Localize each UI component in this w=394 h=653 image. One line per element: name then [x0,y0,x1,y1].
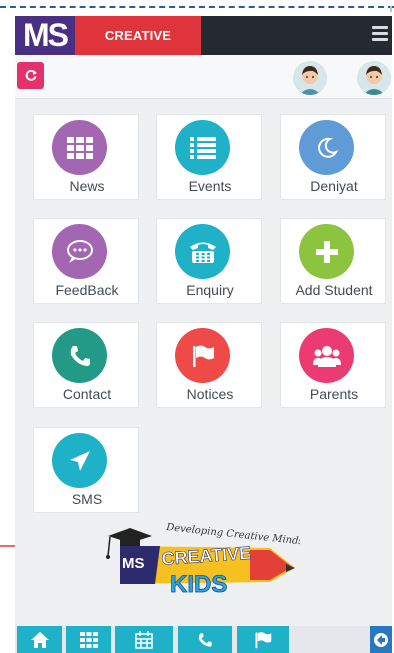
flag-icon [175,328,230,383]
logo-ms: MS [15,16,75,55]
tile-news[interactable]: News [33,114,139,200]
tile-label: Add Student [295,282,373,298]
calendar-nav-button[interactable] [115,626,173,653]
tile-label: Notices [186,386,234,402]
brand-ms: MS [122,555,145,572]
back-button[interactable] [370,626,392,653]
tile-label: Deniyat [310,178,358,194]
hamburger-menu-icon[interactable] [372,26,388,44]
tile-contact[interactable]: Contact [33,322,139,408]
tile-label: Enquiry [186,282,234,298]
tile-events[interactable]: Events [156,114,262,200]
flag-nav-button[interactable] [237,626,289,653]
grid-icon [79,631,98,648]
tile-label: Parents [309,386,359,402]
phone-icon [52,328,107,383]
home-button[interactable] [17,626,62,653]
tile-label: Events [188,178,232,194]
creative-kids-logo: Developing Creative Minds MS CREATIVE KI… [106,522,300,595]
plus-icon [299,224,354,279]
tile-label: Contact [62,386,112,402]
home-icon [30,631,49,648]
tile-feedback[interactable]: FeedBack [33,218,139,304]
toolbar [15,55,392,99]
list-icon [175,120,230,175]
tile-deniyat[interactable]: Deniyat [280,114,386,200]
phone-nav-button[interactable] [178,626,232,653]
tile-label: SMS [71,491,103,507]
tile-label: News [69,178,105,194]
flag-icon [255,631,272,648]
bottom-navigation [15,626,392,653]
brand-kids: KIDS [170,571,227,595]
tile-label: FeedBack [55,282,119,298]
grid-icon [52,120,107,175]
send-icon [52,433,107,488]
tile-add-student[interactable]: Add Student [280,218,386,304]
app-header: MS CREATIVE SCHOOL [15,16,392,82]
calendar-icon [135,630,153,649]
chat-icon [52,224,107,279]
logo-school-name: CREATIVE SCHOOL [75,16,201,82]
tile-enquiry[interactable]: Enquiry [156,218,262,304]
app-screen: MS CREATIVE SCHOOL [15,16,392,653]
refresh-icon [25,69,37,81]
refresh-button[interactable] [17,62,44,89]
tile-notices[interactable]: Notices [156,322,262,408]
top-dashed-border [0,6,394,8]
grid-nav-button[interactable] [66,626,111,653]
moon-icon [299,120,354,175]
phone-icon [198,632,212,647]
group-icon [299,328,354,383]
phone-keypad-icon [175,224,230,279]
student-avatar-icon[interactable] [357,61,391,95]
back-arrow-icon [374,632,388,647]
tile-parents[interactable]: Parents [280,322,386,408]
tile-sms[interactable]: SMS [33,427,139,513]
student-avatar-icon[interactable] [293,61,327,95]
